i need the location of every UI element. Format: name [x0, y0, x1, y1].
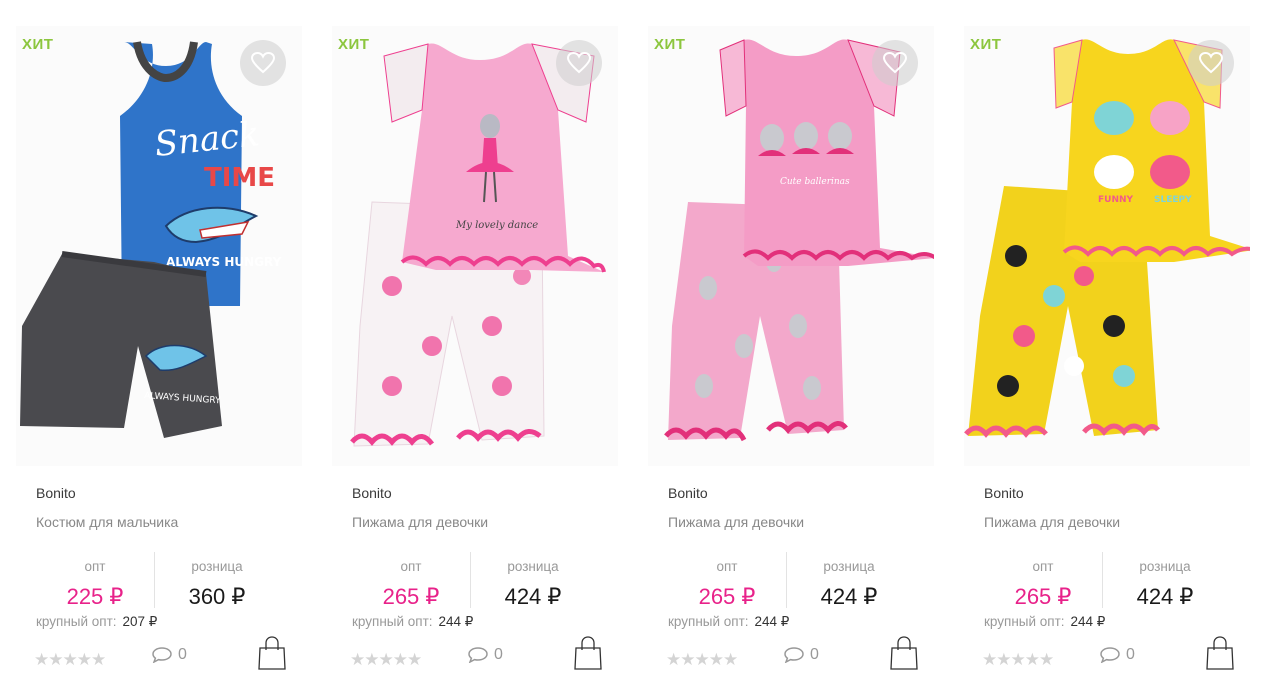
product-brand: Bonito [352, 485, 392, 501]
heart-icon[interactable] [240, 40, 286, 86]
shopping-bag-icon[interactable] [1206, 636, 1234, 670]
retail-price-value: 424 ₽ [820, 584, 878, 609]
heart-icon[interactable] [1188, 40, 1234, 86]
bulk-price-value: 244 ₽ [438, 614, 474, 629]
comments-link[interactable]: 0 [1100, 646, 1135, 664]
rating-stars[interactable]: ★★★★★ [34, 650, 106, 670]
retail-price: розница 424 ₽ [790, 556, 908, 612]
bulk-price-value: 244 ₽ [1070, 614, 1106, 629]
svg-text:FUNNY: FUNNY [1098, 195, 1134, 205]
bulk-price-label: крупный опт: [984, 614, 1065, 629]
shopping-bag-icon[interactable] [258, 636, 286, 670]
product-image[interactable]: My lovely dance [332, 26, 618, 466]
comments-count: 0 [1126, 646, 1135, 663]
retail-price-label: розница [191, 559, 243, 574]
retail-price-value: 424 ₽ [1136, 584, 1194, 609]
comment-bubble-icon [468, 647, 488, 663]
wholesale-price-value: 265 ₽ [382, 584, 440, 609]
product-card[interactable]: FUNNY SLEEPY ХИТ Bonito Пижама для девоч… [948, 0, 1264, 698]
retail-price-label: розница [1139, 559, 1191, 574]
wholesale-price-label: опт [84, 559, 106, 574]
product-card[interactable]: Cute ballerinas ХИТ Bonito Пижама для де… [632, 0, 948, 698]
retail-price-value: 360 ₽ [188, 584, 246, 609]
product-grid: Snack TIME ALWAYS HUNGRY ALWAYS HUNGRY Х… [0, 0, 1280, 698]
price-divider [1102, 552, 1103, 608]
price-divider [786, 552, 787, 608]
svg-text:SLEEPY: SLEEPY [1154, 195, 1192, 205]
retail-price: розница 360 ₽ [158, 556, 276, 612]
hit-badge: ХИТ [654, 36, 686, 53]
product-image[interactable]: FUNNY SLEEPY [964, 26, 1250, 466]
svg-text:Cute ballerinas: Cute ballerinas [780, 177, 850, 187]
rating-stars[interactable]: ★★★★★ [350, 650, 422, 670]
retail-price-label: розница [823, 559, 875, 574]
hit-badge: ХИТ [338, 36, 370, 53]
wholesale-price: опт 225 ₽ [36, 556, 154, 612]
wholesale-price: опт 265 ₽ [352, 556, 470, 612]
product-name[interactable]: Пижама для девочки [984, 514, 1120, 530]
shopping-bag-icon[interactable] [574, 636, 602, 670]
bulk-price: крупный опт: 207 ₽ [36, 614, 157, 630]
rating-stars[interactable]: ★★★★★ [982, 650, 1054, 670]
wholesale-price-label: опт [1032, 559, 1054, 574]
comments-link[interactable]: 0 [784, 646, 819, 664]
wholesale-price-value: 265 ₽ [698, 584, 756, 609]
wholesale-price-label: опт [716, 559, 738, 574]
price-divider [470, 552, 471, 608]
comments-count: 0 [178, 646, 187, 663]
bulk-price-value: 207 ₽ [122, 614, 158, 629]
product-name[interactable]: Пижама для девочки [668, 514, 804, 530]
wholesale-price-label: опт [400, 559, 422, 574]
shopping-bag-icon[interactable] [890, 636, 918, 670]
retail-price: розница 424 ₽ [474, 556, 592, 612]
comments-count: 0 [810, 646, 819, 663]
product-card[interactable]: My lovely dance ХИТ Bonito Пижама для де… [316, 0, 632, 698]
retail-price-label: розница [507, 559, 559, 574]
product-image[interactable]: Snack TIME ALWAYS HUNGRY ALWAYS HUNGRY [16, 26, 302, 466]
heart-icon[interactable] [872, 40, 918, 86]
hit-badge: ХИТ [22, 36, 54, 53]
svg-text:ALWAYS HUNGRY: ALWAYS HUNGRY [166, 255, 282, 269]
comment-bubble-icon [1100, 647, 1120, 663]
comments-count: 0 [494, 646, 503, 663]
bulk-price: крупный опт: 244 ₽ [984, 614, 1105, 630]
rating-stars[interactable]: ★★★★★ [666, 650, 738, 670]
product-card[interactable]: Snack TIME ALWAYS HUNGRY ALWAYS HUNGRY Х… [0, 0, 316, 698]
product-brand: Bonito [984, 485, 1024, 501]
bulk-price-label: крупный опт: [352, 614, 433, 629]
product-name[interactable]: Пижама для девочки [352, 514, 488, 530]
bulk-price: крупный опт: 244 ₽ [352, 614, 473, 630]
svg-text:TIME: TIME [204, 163, 275, 193]
product-brand: Bonito [36, 485, 76, 501]
bulk-price-value: 244 ₽ [754, 614, 790, 629]
bulk-price: крупный опт: 244 ₽ [668, 614, 789, 630]
product-brand: Bonito [668, 485, 708, 501]
product-image[interactable]: Cute ballerinas [648, 26, 934, 466]
price-divider [154, 552, 155, 608]
wholesale-price-value: 265 ₽ [1014, 584, 1072, 609]
comments-link[interactable]: 0 [152, 646, 187, 664]
bulk-price-label: крупный опт: [36, 614, 117, 629]
wholesale-price-value: 225 ₽ [66, 584, 124, 609]
retail-price: розница 424 ₽ [1106, 556, 1224, 612]
retail-price-value: 424 ₽ [504, 584, 562, 609]
comment-bubble-icon [152, 647, 172, 663]
product-name[interactable]: Костюм для мальчика [36, 514, 178, 530]
bulk-price-label: крупный опт: [668, 614, 749, 629]
comment-bubble-icon [784, 647, 804, 663]
wholesale-price: опт 265 ₽ [984, 556, 1102, 612]
svg-text:My lovely dance: My lovely dance [455, 220, 538, 231]
heart-icon[interactable] [556, 40, 602, 86]
comments-link[interactable]: 0 [468, 646, 503, 664]
wholesale-price: опт 265 ₽ [668, 556, 786, 612]
hit-badge: ХИТ [970, 36, 1002, 53]
